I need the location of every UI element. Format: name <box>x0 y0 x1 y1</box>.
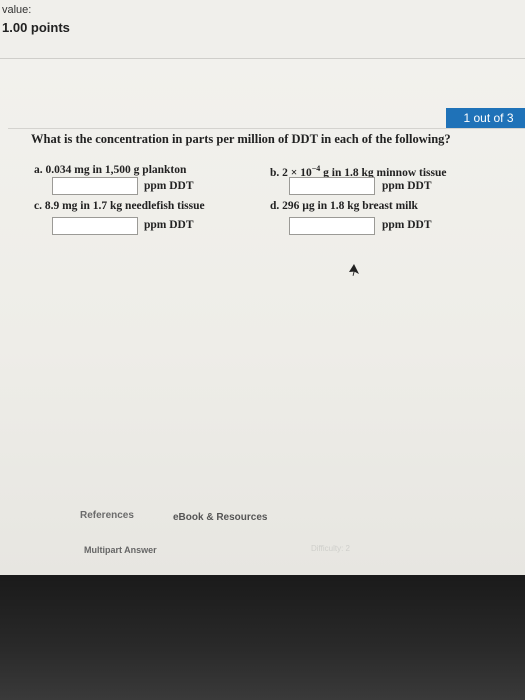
points-value: 1.00 points <box>2 20 70 35</box>
part-b-answer-input[interactable] <box>289 177 375 195</box>
part-c-label: c. 8.9 mg in 1.7 kg needlefish tissue <box>34 200 205 212</box>
part-a-unit: ppm DDT <box>144 180 194 192</box>
part-b-unit: ppm DDT <box>382 180 432 192</box>
mouse-pointer-icon <box>349 264 359 276</box>
difficulty-label: Difficulty: 2 <box>311 544 350 553</box>
divider <box>8 128 525 129</box>
value-label: value: <box>2 4 32 16</box>
part-d-label: d. 296 µg in 1.8 kg breast milk <box>270 200 418 212</box>
question-text: What is the concentration in parts per m… <box>31 132 451 146</box>
part-d-answer-input[interactable] <box>289 217 375 235</box>
screen: value: 1.00 points 1 out of 3 What is th… <box>0 0 525 575</box>
part-c-unit: ppm DDT <box>144 219 194 231</box>
ebook-resources-link[interactable]: eBook & Resources <box>173 512 267 523</box>
part-b-exponent: −4 <box>311 164 321 173</box>
part-a-answer-input[interactable] <box>52 177 138 195</box>
header-band: value: 1.00 points <box>0 0 525 59</box>
multipart-answer-label: Multipart Answer <box>84 545 157 555</box>
part-d-unit: ppm DDT <box>382 219 432 231</box>
part-a-label: a. 0.034 mg in 1,500 g plankton <box>34 164 187 176</box>
references-link[interactable]: References <box>80 510 134 521</box>
part-c-answer-input[interactable] <box>52 217 138 235</box>
progress-badge: 1 out of 3 <box>446 108 525 128</box>
monitor-bezel <box>0 575 525 700</box>
